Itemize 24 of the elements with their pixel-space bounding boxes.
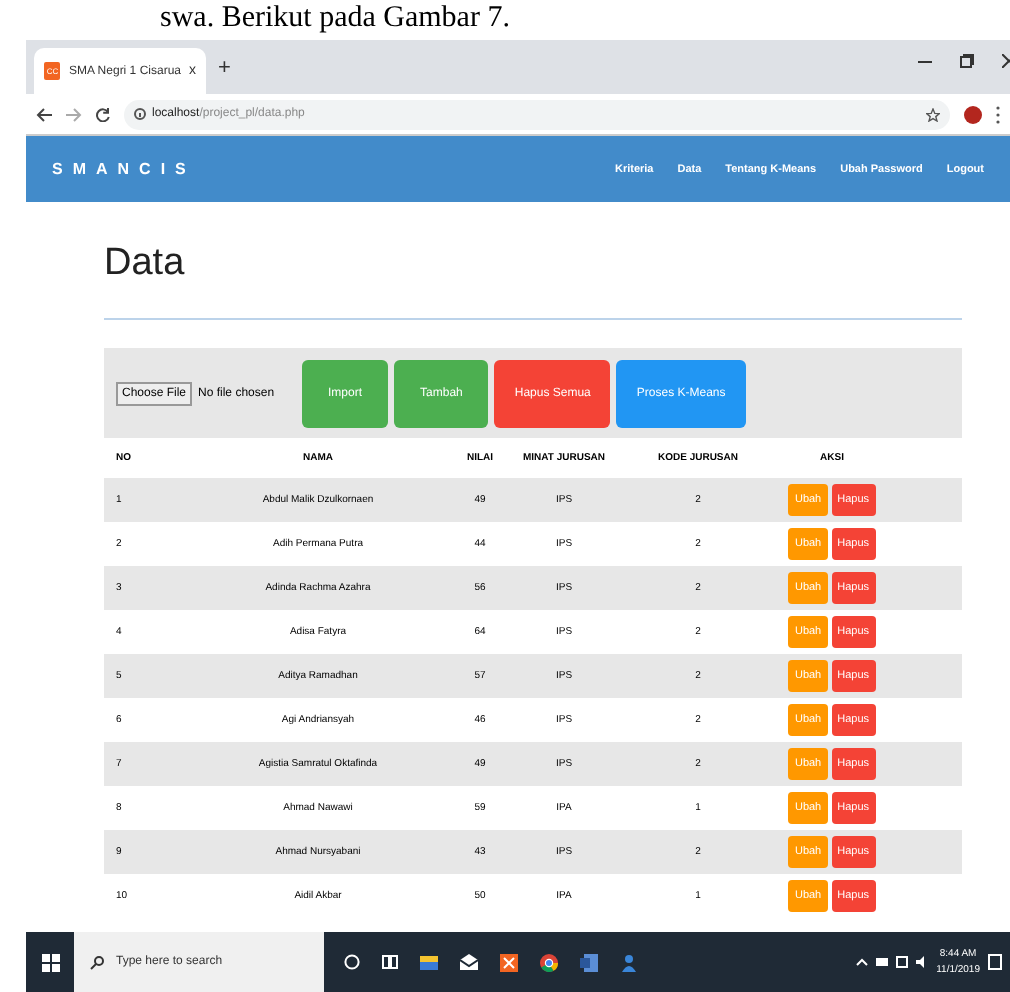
speaker-icon[interactable] (916, 956, 929, 968)
close-icon[interactable] (1002, 54, 1010, 68)
browser-icon[interactable] (540, 953, 558, 971)
windows-logo-icon[interactable] (41, 953, 59, 971)
document-caption: swa. Berikut pada Gambar 7. (160, 2, 510, 36)
app-tile-icon[interactable] (500, 953, 518, 971)
envelope-icon[interactable] (460, 954, 478, 970)
star-icon[interactable] (926, 107, 940, 121)
info-icon (134, 108, 146, 120)
reload-icon[interactable] (96, 107, 110, 121)
task-view-icon[interactable] (382, 954, 398, 970)
restore-icon[interactable] (960, 54, 974, 68)
new-tab-button[interactable]: + (218, 55, 231, 79)
person-app-icon[interactable] (620, 953, 638, 971)
circle-icon[interactable] (344, 954, 360, 970)
back-arrow-icon[interactable] (36, 107, 52, 121)
search-icon (90, 955, 104, 969)
brand-logo[interactable]: SMANCIS (52, 160, 591, 178)
document-app-icon[interactable] (580, 953, 598, 971)
tray-caret-icon[interactable] (856, 958, 869, 966)
page-heading: Data (104, 242, 187, 286)
battery-icon[interactable] (896, 956, 909, 968)
profile-avatar-icon[interactable] (964, 105, 982, 123)
folder-icon[interactable] (420, 954, 438, 970)
